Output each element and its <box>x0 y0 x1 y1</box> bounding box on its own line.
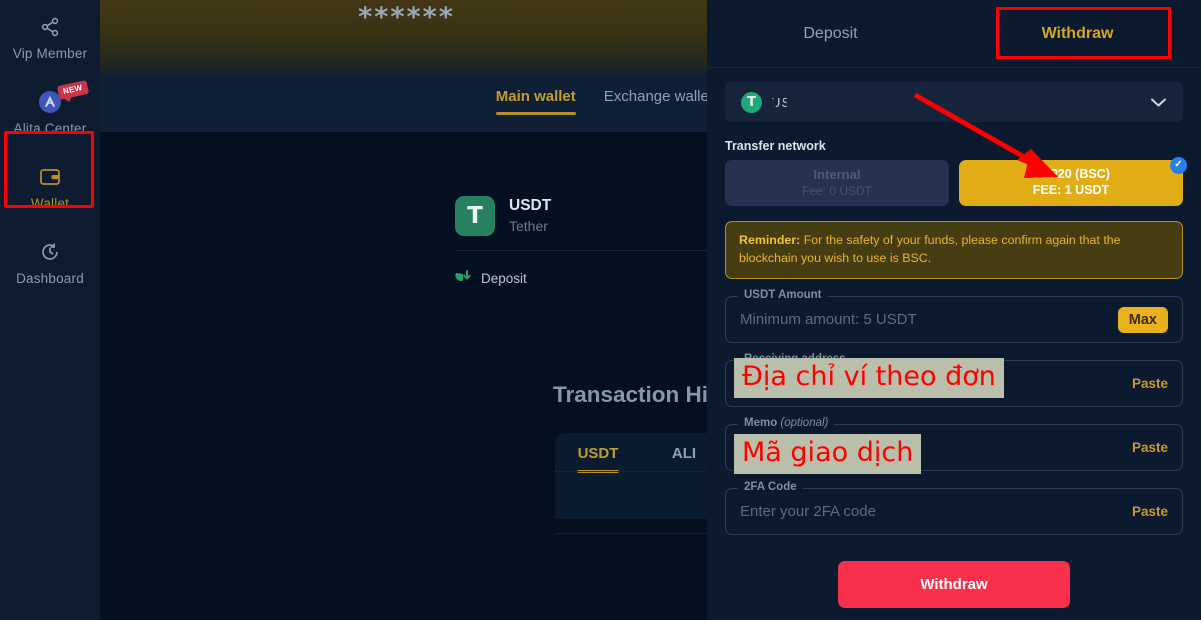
twofa-field[interactable]: 2FA Code Paste <box>725 481 1183 536</box>
usdt-badge-icon: T <box>741 91 762 113</box>
coin-select-dropdown[interactable]: T USDT <box>725 82 1183 122</box>
deposit-arrow-icon <box>455 268 472 289</box>
network-option-bep20[interactable]: BEP20 (BSC) FEE: 1 USDT ✓ <box>959 157 1187 206</box>
wallet-tabs: Main wallet Exchange wallet <box>100 75 713 132</box>
refresh-clock-icon <box>37 239 63 265</box>
reminder-prefix: Reminder: <box>739 233 801 247</box>
sidebar-item-dashboard[interactable]: Dashboard <box>0 225 100 300</box>
asset-symbol: USDT <box>509 197 552 215</box>
sidebar-item-label: Vip Member <box>12 46 88 61</box>
asset-card: T USDT Tether Deposit <box>455 188 713 295</box>
tab-main-wallet[interactable]: Main wallet <box>495 88 576 119</box>
withdraw-submit-button[interactable]: Withdraw <box>838 561 1070 609</box>
annotation-memo-note: Mã giao dịch <box>734 434 922 474</box>
masked-balance: ****** <box>358 2 455 33</box>
paste-address-button[interactable]: Paste <box>1122 376 1168 391</box>
amount-input[interactable] <box>740 311 1118 329</box>
network-fee: FEE: 1 USDT <box>1032 183 1110 197</box>
reminder-banner: Reminder: For the safety of your funds, … <box>725 221 1183 280</box>
sidebar-item-label: Alita Center <box>13 121 87 136</box>
paste-memo-button[interactable]: Paste <box>1122 440 1168 455</box>
asset-row[interactable]: T USDT Tether <box>455 188 713 250</box>
deposit-action[interactable]: Deposit <box>455 251 713 295</box>
withdraw-panel: Deposit Withdraw T USDT Transfer network… <box>707 0 1201 620</box>
wallet-icon <box>37 164 63 190</box>
usdt-logo-icon: T <box>455 196 495 236</box>
transfer-network-label: Transfer network <box>725 139 826 153</box>
app-root: Vip Member NEW Alita Center Wallet Dashb… <box>0 0 1201 620</box>
paste-twofa-button[interactable]: Paste <box>1122 504 1168 519</box>
amount-field-legend: USDT Amount <box>738 289 828 302</box>
amount-field[interactable]: USDT Amount Max <box>725 289 1183 344</box>
sidebar-item-label: Wallet <box>30 196 70 211</box>
memo-legend-optional: (optional) <box>780 417 829 430</box>
twofa-field-legend: 2FA Code <box>738 481 803 494</box>
tab-withdraw[interactable]: Withdraw <box>954 0 1201 67</box>
divider <box>707 67 1201 68</box>
sidebar-item-alita-center[interactable]: NEW Alita Center <box>0 75 100 150</box>
memo-field-legend: Memo (optional) <box>738 417 835 430</box>
chevron-down-icon <box>1150 94 1167 111</box>
transfer-network-options: Internal Fee: 0 USDT BEP20 (BSC) FEE: 1 … <box>725 157 1187 206</box>
new-badge: NEW <box>56 80 89 100</box>
selected-coin-label: USDT <box>771 94 811 110</box>
twofa-input[interactable] <box>740 503 1122 521</box>
deposit-withdraw-tabs: Deposit Withdraw <box>707 0 1201 67</box>
tab-deposit[interactable]: Deposit <box>707 0 954 67</box>
sidebar-item-label: Dashboard <box>16 271 84 286</box>
balance-hero: ****** <box>100 0 713 75</box>
sidebar-item-vip-member[interactable]: Vip Member <box>0 0 100 75</box>
network-fee: Fee: 0 USDT <box>801 183 873 198</box>
left-sidebar: Vip Member NEW Alita Center Wallet Dashb… <box>0 0 100 620</box>
network-option-internal[interactable]: Internal Fee: 0 USDT <box>725 160 949 206</box>
main-content: ****** Main wallet Exchange wallet T USD… <box>100 0 813 620</box>
max-button[interactable]: Max <box>1117 306 1168 333</box>
network-title: Internal <box>813 167 861 183</box>
tab-exchange-wallet[interactable]: Exchange wallet <box>604 88 713 119</box>
deposit-label: Deposit <box>481 271 527 286</box>
asset-fullname: Tether <box>509 218 548 235</box>
network-title: BEP20 (BSC) <box>1032 167 1110 182</box>
sidebar-item-wallet[interactable]: Wallet <box>0 150 100 225</box>
memo-legend-text: Memo <box>744 417 781 430</box>
annotation-address-note: Địa chỉ ví theo đơn <box>734 358 1004 398</box>
share-nodes-icon <box>37 14 63 40</box>
check-icon: ✓ <box>1170 157 1187 174</box>
